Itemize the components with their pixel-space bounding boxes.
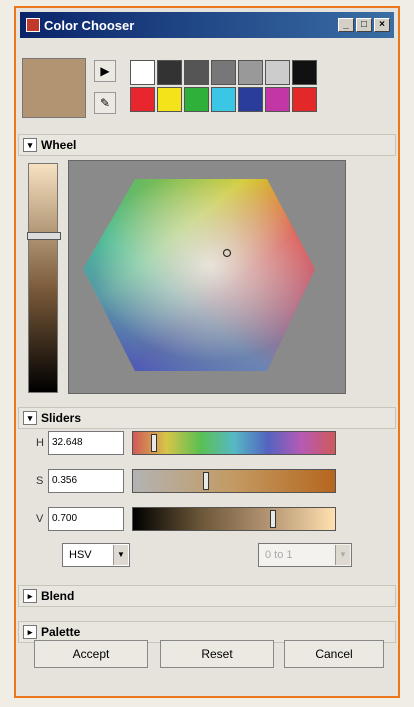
mode-select-value: HSV [69,549,92,561]
value-marker[interactable] [27,232,61,240]
title-bar[interactable]: Color Chooser _ □ × [20,12,394,38]
range-select-value: 0 to 1 [265,549,293,561]
h-label: H [36,437,44,449]
value-bar[interactable] [27,163,61,393]
s-field[interactable]: 0.356 [48,469,124,493]
section-sliders[interactable]: ▾ Sliders [18,407,396,429]
eyedropper-icon[interactable]: ✎ [94,92,116,114]
chevron-down-icon: ▼ [335,545,350,565]
section-blend-label: Blend [41,589,75,603]
maximize-button[interactable]: □ [356,18,372,32]
palette-swatch[interactable] [157,60,182,85]
s-slider[interactable] [132,469,336,493]
section-wheel[interactable]: ▾ Wheel [18,134,396,156]
collapse-arrow-icon[interactable]: ▾ [23,138,37,152]
palette-swatch[interactable] [157,87,182,112]
v-slider-thumb[interactable] [270,510,276,528]
reset-button[interactable]: Reset [160,640,274,668]
v-slider[interactable] [132,507,336,531]
palette-swatch[interactable] [211,87,236,112]
app-icon [26,18,40,32]
mode-select[interactable]: HSV ▼ [62,543,130,567]
s-label: S [36,475,44,487]
h-slider[interactable] [132,431,336,455]
section-palette-label: Palette [41,625,81,639]
color-palette [130,60,317,112]
minimize-button[interactable]: _ [338,18,354,32]
expand-arrow-icon[interactable]: ▸ [23,589,37,603]
window-title: Color Chooser [44,17,135,33]
palette-swatch[interactable] [238,60,263,85]
palette-swatch[interactable] [211,60,236,85]
palette-swatch[interactable] [292,60,317,85]
h-field[interactable]: 32.648 [48,431,124,455]
palette-swatch[interactable] [184,87,209,112]
section-sliders-label: Sliders [41,411,82,425]
cancel-button[interactable]: Cancel [284,640,384,668]
play-icon[interactable]: ▶ [94,60,116,82]
collapse-arrow-icon[interactable]: ▾ [23,411,37,425]
palette-swatch[interactable] [130,87,155,112]
expand-arrow-icon[interactable]: ▸ [23,625,37,639]
section-blend[interactable]: ▸ Blend [18,585,396,607]
palette-swatch[interactable] [265,60,290,85]
s-slider-thumb[interactable] [203,472,209,490]
close-button[interactable]: × [374,18,390,32]
color-hexagon[interactable] [69,161,345,393]
color-wheel-area[interactable] [68,160,346,394]
palette-swatch[interactable] [130,60,155,85]
palette-swatch[interactable] [184,60,209,85]
accept-button[interactable]: Accept [34,640,148,668]
palette-swatch[interactable] [292,87,317,112]
h-slider-thumb[interactable] [151,434,157,452]
range-select: 0 to 1 ▼ [258,543,352,567]
v-label: V [36,513,44,525]
v-field[interactable]: 0.700 [48,507,124,531]
palette-swatch[interactable] [265,87,290,112]
chevron-down-icon[interactable]: ▼ [113,545,128,565]
section-wheel-label: Wheel [41,138,77,152]
palette-swatch[interactable] [238,87,263,112]
current-color-swatch [22,58,86,118]
